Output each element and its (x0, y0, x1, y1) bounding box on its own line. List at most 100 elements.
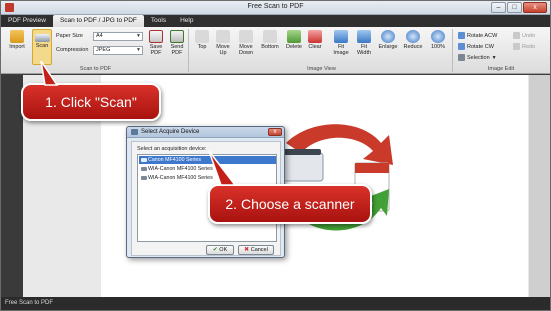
scan-label: Scan (35, 43, 49, 49)
move-down-label: Move Down (238, 44, 254, 56)
ok-button[interactable]: ✔ OK (206, 245, 234, 255)
callout-step-2: 2. Choose a scanner (208, 184, 372, 224)
rotate-cw-button[interactable]: Rotate CW (458, 43, 494, 50)
rotate-cw-label: Rotate CW (467, 43, 494, 50)
tab-tools[interactable]: Tools (144, 15, 173, 27)
save-pdf-button[interactable]: Save PDF (147, 29, 165, 56)
tab-scan-to-pdf[interactable]: Scan to PDF / JPG to PDF (52, 15, 144, 27)
undo-icon (513, 32, 520, 39)
enlarge-label: Enlarge (378, 44, 398, 50)
undo-button[interactable]: Undo (513, 32, 535, 39)
bottom-button[interactable]: Bottom (259, 29, 281, 50)
save-pdf-label: Save PDF (149, 44, 163, 56)
compression-label: Compression (56, 47, 89, 53)
clear-button[interactable]: Clear (306, 29, 324, 50)
image-view-group-label: Image View (307, 66, 336, 72)
selection-label: Selection (467, 54, 490, 61)
dialog-title-bar: Select Acquire Device x (127, 127, 284, 138)
actual-size-button[interactable]: 100% (427, 29, 449, 50)
top-button[interactable]: Top (193, 29, 211, 50)
preview-scroll-area[interactable] (529, 75, 550, 297)
compression-value: JPEG (96, 47, 111, 53)
delete-button[interactable]: Delete (284, 29, 304, 50)
scan-button[interactable]: Scan (32, 29, 52, 65)
scanner-device-icon (141, 167, 147, 171)
rotate-right-icon (458, 43, 465, 50)
reduce-button[interactable]: Reduce (402, 29, 424, 50)
dialog-prompt: Select an acquisition device: (137, 146, 207, 152)
send-pdf-icon (170, 30, 184, 43)
ribbon-tabs: PDF Preview Scan to PDF / JPG to PDF Too… (1, 15, 550, 27)
top-label: Top (197, 44, 207, 50)
image-view-group: Top Move Up Move Down Bottom Delete Clea… (191, 29, 453, 72)
scanner-icon (34, 34, 50, 42)
redo-button[interactable]: Redo (513, 43, 535, 50)
paper-size-value: A4 (96, 33, 103, 39)
dialog-close-button[interactable]: x (268, 128, 282, 136)
selection-icon (458, 54, 465, 61)
callout-step-1: 1. Click "Scan" (21, 83, 161, 121)
scan-to-pdf-group-label: Scan to PDF (79, 66, 112, 72)
fit-image-label: Fit Image (333, 44, 349, 56)
chevron-down-icon: ▼ (136, 47, 141, 53)
window-title: Free Scan to PDF (247, 3, 304, 10)
redo-label: Redo (522, 43, 536, 50)
zoom-out-icon (406, 30, 420, 43)
scanner-lid-icon (283, 149, 321, 155)
scanner-device-icon (141, 176, 147, 180)
move-down-button[interactable]: Move Down (235, 29, 257, 56)
fit-width-icon (357, 30, 371, 43)
pdf-document-header-icon (355, 163, 389, 173)
thumbnail-panel (1, 75, 23, 297)
rotate-acw-button[interactable]: Rotate ACW (458, 32, 497, 39)
callout-step-1-pointer (40, 61, 59, 86)
paper-size-select[interactable]: A4 ▼ (93, 32, 143, 41)
up-arrow-icon (216, 30, 230, 43)
send-pdf-button[interactable]: Send PDF (167, 29, 187, 56)
import-label: Import (9, 44, 25, 50)
clear-icon (308, 30, 322, 43)
dialog-title: Select Acquire Device (141, 129, 200, 135)
rotate-acw-label: Rotate ACW (467, 32, 498, 39)
enlarge-button[interactable]: Enlarge (377, 29, 399, 50)
image-edit-group: Rotate ACW Rotate CW Selection ▼ Undo Re… (455, 29, 547, 72)
fit-width-button[interactable]: Fit Width (354, 29, 374, 56)
close-button[interactable]: x (523, 2, 547, 13)
callout-step-2-pointer (208, 151, 237, 186)
zoom-in-icon (381, 30, 395, 43)
actual-size-icon (431, 30, 445, 43)
tab-pdf-preview[interactable]: PDF Preview (1, 15, 53, 27)
window-controls: – □ x (491, 2, 547, 13)
minimize-button[interactable]: – (491, 2, 506, 13)
send-pdf-label: Send PDF (170, 44, 184, 56)
selection-dropdown[interactable]: Selection ▼ (458, 54, 497, 61)
save-pdf-icon (149, 30, 163, 43)
scanner-device-icon (141, 158, 147, 162)
fit-width-label: Fit Width (356, 44, 372, 56)
dialog-icon (131, 129, 138, 135)
move-up-button[interactable]: Move Up (213, 29, 233, 56)
cancel-button[interactable]: ✖ Cancel (238, 245, 274, 255)
import-button[interactable]: Import (7, 29, 27, 50)
device-label: Canon MF4100 Series (148, 157, 201, 163)
folder-icon (10, 30, 24, 43)
tab-help[interactable]: Help (173, 15, 200, 27)
actual-size-label: 100% (430, 44, 446, 50)
rotate-left-icon (458, 32, 465, 39)
device-label: WIA-Canon MF4100 Series (148, 175, 213, 181)
status-text: Free Scan to PDF (5, 300, 54, 306)
cancel-label: Cancel (250, 247, 268, 253)
compression-select[interactable]: JPEG ▼ (93, 46, 143, 55)
undo-label: Undo (522, 32, 536, 39)
clear-label: Clear (308, 44, 322, 50)
fit-image-icon (334, 30, 348, 43)
chevron-down-icon: ▼ (136, 33, 141, 39)
callout-step-2-text: 2. Choose a scanner (225, 196, 355, 212)
down-arrow-icon (239, 30, 253, 43)
top-arrow-icon (195, 30, 209, 43)
fit-image-button[interactable]: Fit Image (331, 29, 351, 56)
maximize-button[interactable]: □ (507, 2, 522, 13)
delete-icon (287, 30, 301, 43)
bottom-arrow-icon (263, 30, 277, 43)
bottom-label: Bottom (261, 44, 279, 50)
